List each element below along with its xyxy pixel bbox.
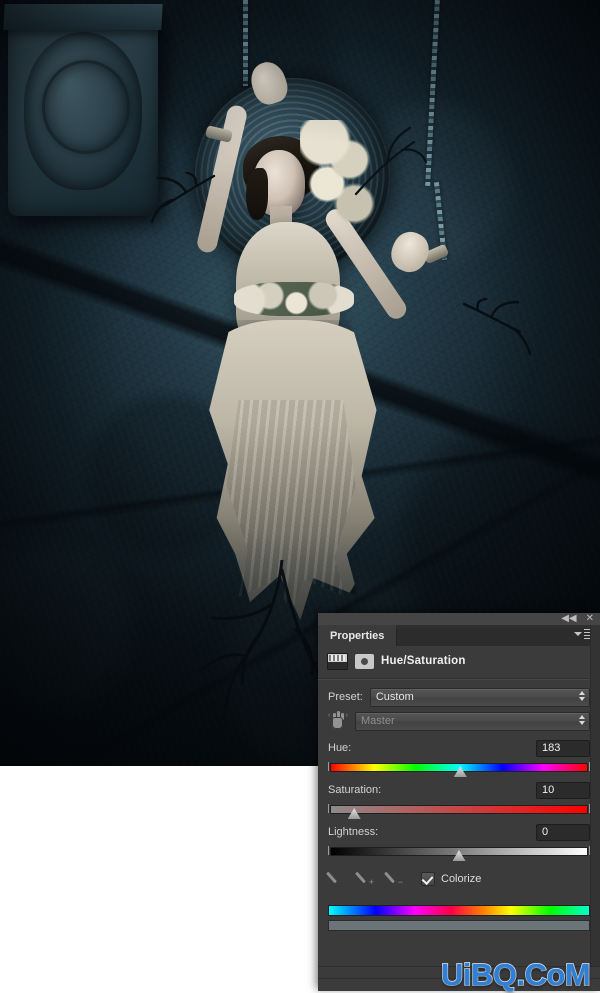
panel-tab-bar: Properties [318, 625, 600, 646]
saturation-value-input[interactable]: 10 [536, 781, 590, 799]
saturation-label: Saturation: [328, 784, 382, 796]
colorize-label: Colorize [441, 872, 482, 885]
preset-stepper-icon[interactable] [579, 690, 585, 701]
lightness-value-input[interactable]: 0 [536, 823, 590, 841]
hue-value-input[interactable]: 183 [536, 739, 590, 757]
saturation-slider-track [330, 805, 588, 814]
close-icon[interactable]: ✕ [586, 613, 594, 625]
colorize-checkbox[interactable] [421, 871, 435, 886]
preset-row: Preset: Custom [318, 685, 600, 709]
lightness-label: Lightness: [328, 826, 379, 838]
panel-topbar: ◀◀ ✕ [318, 613, 600, 625]
eyedropper-subtract-icon[interactable]: − [384, 870, 403, 887]
hue-range-bar[interactable] [328, 920, 590, 931]
on-image-adjustment-hand-icon[interactable]: ‹ › [328, 710, 348, 731]
eyedropper-sample-icon[interactable] [326, 870, 345, 887]
header-divider [318, 678, 600, 680]
channel-value: Master [361, 715, 395, 727]
tab-bar-filler [396, 628, 600, 646]
eyedropper-row: + − Colorize [318, 863, 600, 891]
site-watermark: UiBQ.CoM [440, 956, 591, 993]
eyedropper-add-icon[interactable]: + [355, 870, 374, 887]
colorize-spectrum-bar [328, 905, 590, 916]
panel-header: Hue/Saturation [318, 646, 600, 676]
saturation-slider[interactable] [328, 801, 590, 819]
saturation-row: Saturation: 10 [318, 779, 600, 801]
preset-label: Preset: [328, 691, 363, 703]
properties-panel: ◀◀ ✕ Properties Hue/Saturation Preset: C… [318, 613, 600, 991]
hue-slider[interactable] [328, 759, 590, 777]
tab-properties[interactable]: Properties [318, 625, 397, 646]
channel-row: ‹ › Master [318, 709, 600, 733]
collapse-icon[interactable]: ◀◀ [561, 613, 576, 625]
channel-stepper-icon[interactable] [579, 714, 585, 725]
preset-select[interactable]: Custom [369, 687, 590, 707]
histogram-icon[interactable] [327, 652, 348, 670]
hue-row: Hue: 183 [318, 737, 600, 759]
channel-select[interactable]: Master [355, 711, 590, 731]
preset-value: Custom [375, 691, 414, 703]
adjustment-circle-icon[interactable] [355, 653, 374, 669]
lightness-slider[interactable] [328, 843, 590, 861]
hue-label: Hue: [328, 742, 352, 754]
chevron-down-icon [574, 632, 582, 636]
lightness-row: Lightness: 0 [318, 821, 600, 843]
panel-right-edge [590, 625, 600, 991]
page-title: Hue/Saturation [381, 655, 466, 667]
